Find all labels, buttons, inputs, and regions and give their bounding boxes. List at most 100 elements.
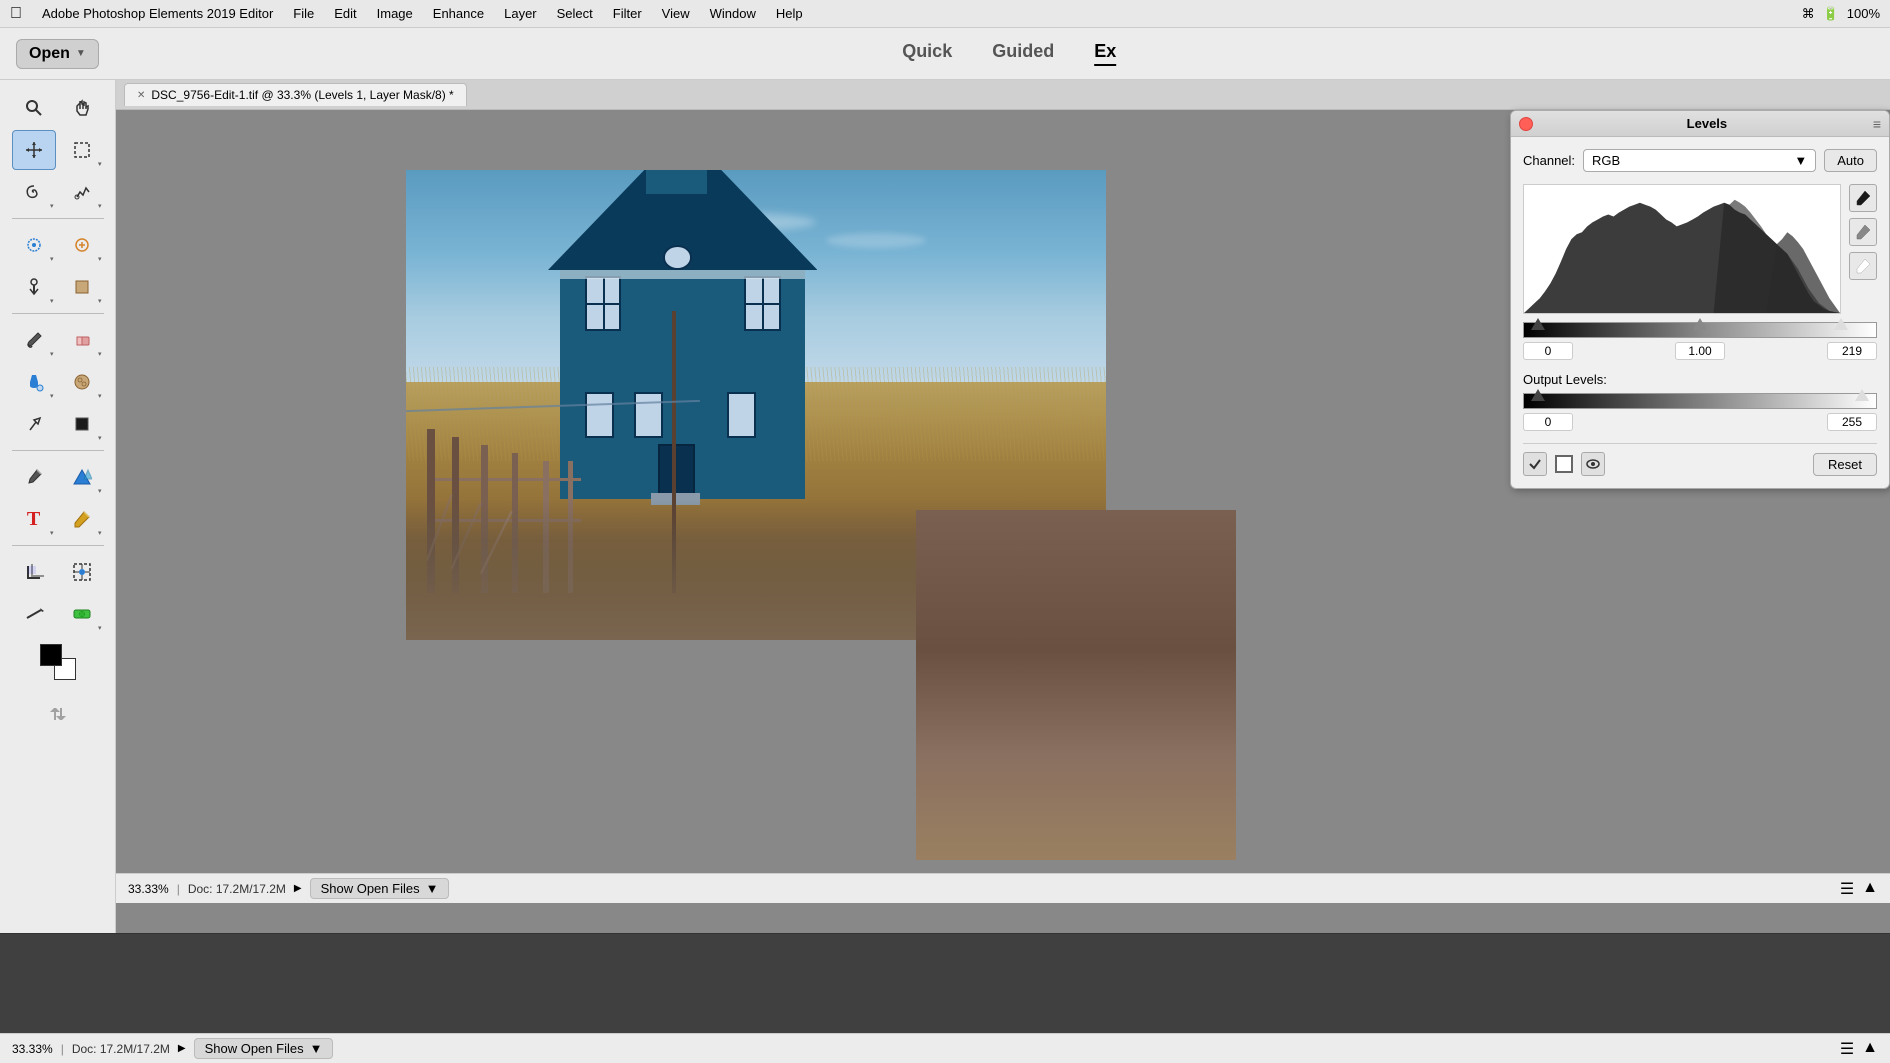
bottom-expand-icon[interactable]: ▲ xyxy=(1862,1039,1878,1059)
paint-bucket-button[interactable]: ▾ xyxy=(12,362,56,402)
tool-row-move-marquee: ▾ ▾ xyxy=(12,130,104,170)
show-open-files-arrow-icon: ▼ xyxy=(426,881,439,896)
auto-button[interactable]: Auto xyxy=(1824,149,1877,172)
visibility-box-button[interactable] xyxy=(1555,455,1573,473)
checkmark-preview-button[interactable] xyxy=(1523,452,1547,476)
mid-input-value[interactable] xyxy=(1675,342,1725,360)
move-tool-button[interactable] xyxy=(12,130,56,170)
menu-file[interactable]: File xyxy=(285,4,322,23)
black-point-eyedropper[interactable] xyxy=(1849,184,1877,212)
tab-close-icon[interactable]: ✕ xyxy=(137,90,145,101)
panel-close-button[interactable] xyxy=(1519,117,1533,131)
output-label: Output Levels: xyxy=(1523,372,1877,387)
panel-bottom: Reset xyxy=(1523,443,1877,476)
eraser-tool-button[interactable]: ▾ xyxy=(60,320,104,360)
tool-row-lasso: ▾ ▾ xyxy=(12,172,104,212)
pencil-button[interactable]: ▾ xyxy=(60,499,104,539)
barn xyxy=(560,194,805,500)
reset-button[interactable]: Reset xyxy=(1813,453,1877,476)
separator-1 xyxy=(12,218,104,219)
window-divider-h xyxy=(587,303,620,305)
black-input-value[interactable] xyxy=(1523,342,1573,360)
tab-guided[interactable]: Guided xyxy=(992,41,1054,66)
menu-edit[interactable]: Edit xyxy=(326,4,364,23)
eyedropper-buttons xyxy=(1849,184,1877,280)
clone-stamp-button[interactable]: ▾ xyxy=(12,267,56,307)
bottom-arrow-icon[interactable]: ▶ xyxy=(178,1043,186,1054)
swap-colors-button[interactable] xyxy=(36,694,80,734)
smudge-button[interactable] xyxy=(12,404,56,444)
shape-button[interactable]: ▾ xyxy=(60,457,104,497)
panel-menu-icon[interactable]: ≡ xyxy=(1873,116,1881,132)
expand-icon[interactable]: ▲ xyxy=(1862,879,1878,899)
tool-row-text-pencil: T ▾ ▾ xyxy=(12,499,104,539)
menu-view[interactable]: View xyxy=(654,4,698,23)
apple-logo-icon[interactable]:  xyxy=(10,5,22,23)
white-output-handle[interactable] xyxy=(1855,389,1869,401)
black-input-handle[interactable] xyxy=(1531,318,1545,330)
barn-window-3 xyxy=(585,392,614,438)
open-button[interactable]: Open ▼ xyxy=(16,39,99,69)
mode-tabs: Quick Guided Ex xyxy=(902,41,1116,66)
menu-filter[interactable]: Filter xyxy=(605,4,650,23)
black-output-handle[interactable] xyxy=(1531,389,1545,401)
output-values-row xyxy=(1523,413,1877,431)
white-input-value[interactable] xyxy=(1827,342,1877,360)
type-eraser-button[interactable]: ▾ xyxy=(60,267,104,307)
quick-selection-button[interactable]: ▾ xyxy=(12,225,56,265)
bottom-list-icon[interactable]: ☰ xyxy=(1840,1039,1854,1059)
tab-quick[interactable]: Quick xyxy=(902,41,952,66)
eyedropper-button[interactable] xyxy=(12,457,56,497)
dodge-burn-button[interactable]: ▾ xyxy=(60,404,104,444)
bottom-show-open-files[interactable]: Show Open Files ▼ xyxy=(194,1038,334,1059)
gray-point-eyedropper[interactable] xyxy=(1849,218,1877,246)
dodge-burn-arrow-icon: ▾ xyxy=(98,434,102,442)
tool-row-clone: ▾ ▾ xyxy=(12,267,104,307)
menu-enhance[interactable]: Enhance xyxy=(425,4,492,23)
sponge-button[interactable]: ▾ xyxy=(60,362,104,402)
healing-brush-button[interactable]: ▾ xyxy=(60,225,104,265)
redeye-button[interactable]: ▾ xyxy=(60,594,104,634)
foreground-color-box[interactable] xyxy=(40,644,62,666)
file-tab[interactable]: ✕ DSC_9756-Edit-1.tif @ 33.3% (Levels 1,… xyxy=(124,83,467,106)
channel-select[interactable]: RGB ▼ xyxy=(1583,149,1816,172)
hand-tool-button[interactable] xyxy=(60,88,104,128)
white-input-handle[interactable] xyxy=(1834,318,1848,330)
menu-image[interactable]: Image xyxy=(369,4,421,23)
mid-input-handle[interactable] xyxy=(1693,318,1707,330)
tab-expert[interactable]: Ex xyxy=(1094,41,1116,66)
bottom-zoom-percent: 33.33% xyxy=(12,1042,53,1056)
text-tool-button[interactable]: T ▾ xyxy=(12,499,56,539)
menu-bar:  Adobe Photoshop Elements 2019 Editor F… xyxy=(0,0,1890,28)
menu-select[interactable]: Select xyxy=(549,4,601,23)
tool-row-brush-eraser: ▾ ▾ xyxy=(12,320,104,360)
channel-row: Channel: RGB ▼ Auto xyxy=(1523,149,1877,172)
app-name-menu[interactable]: Adobe Photoshop Elements 2019 Editor xyxy=(34,4,281,23)
wifi-icon: ⌘ xyxy=(1802,6,1815,22)
menu-layer[interactable]: Layer xyxy=(496,4,545,23)
marquee-tool-button[interactable]: ▾ ▾ xyxy=(60,130,104,170)
doc-arrow-icon[interactable]: ▶ xyxy=(294,883,302,894)
straighten-button[interactable] xyxy=(12,594,56,634)
crop-tool-button[interactable] xyxy=(12,552,56,592)
barn-window-2 xyxy=(744,276,781,331)
show-open-files-button[interactable]: Show Open Files ▼ xyxy=(310,878,450,899)
menu-window[interactable]: Window xyxy=(702,4,764,23)
custom-crop-button[interactable] xyxy=(60,552,104,592)
menu-help[interactable]: Help xyxy=(768,4,811,23)
bottom-divider: | xyxy=(61,1042,64,1056)
eye-preview-button[interactable] xyxy=(1581,452,1605,476)
lasso-tool-button[interactable]: ▾ xyxy=(12,172,56,212)
white-output-value[interactable] xyxy=(1827,413,1877,431)
magnetic-lasso-button[interactable]: ▾ xyxy=(60,172,104,212)
list-view-icon[interactable]: ☰ xyxy=(1840,879,1854,899)
black-output-value[interactable] xyxy=(1523,413,1573,431)
input-sliders-area xyxy=(1523,322,1877,360)
brush-tool-button[interactable]: ▾ xyxy=(12,320,56,360)
white-point-eyedropper[interactable] xyxy=(1849,252,1877,280)
tool-row-crop xyxy=(12,552,104,592)
paint-bucket-arrow-icon: ▾ xyxy=(50,392,54,400)
brush-arrow-icon: ▾ xyxy=(50,350,54,358)
zoom-tool-button[interactable] xyxy=(12,88,56,128)
eraser-arrow-icon: ▾ xyxy=(98,350,102,358)
